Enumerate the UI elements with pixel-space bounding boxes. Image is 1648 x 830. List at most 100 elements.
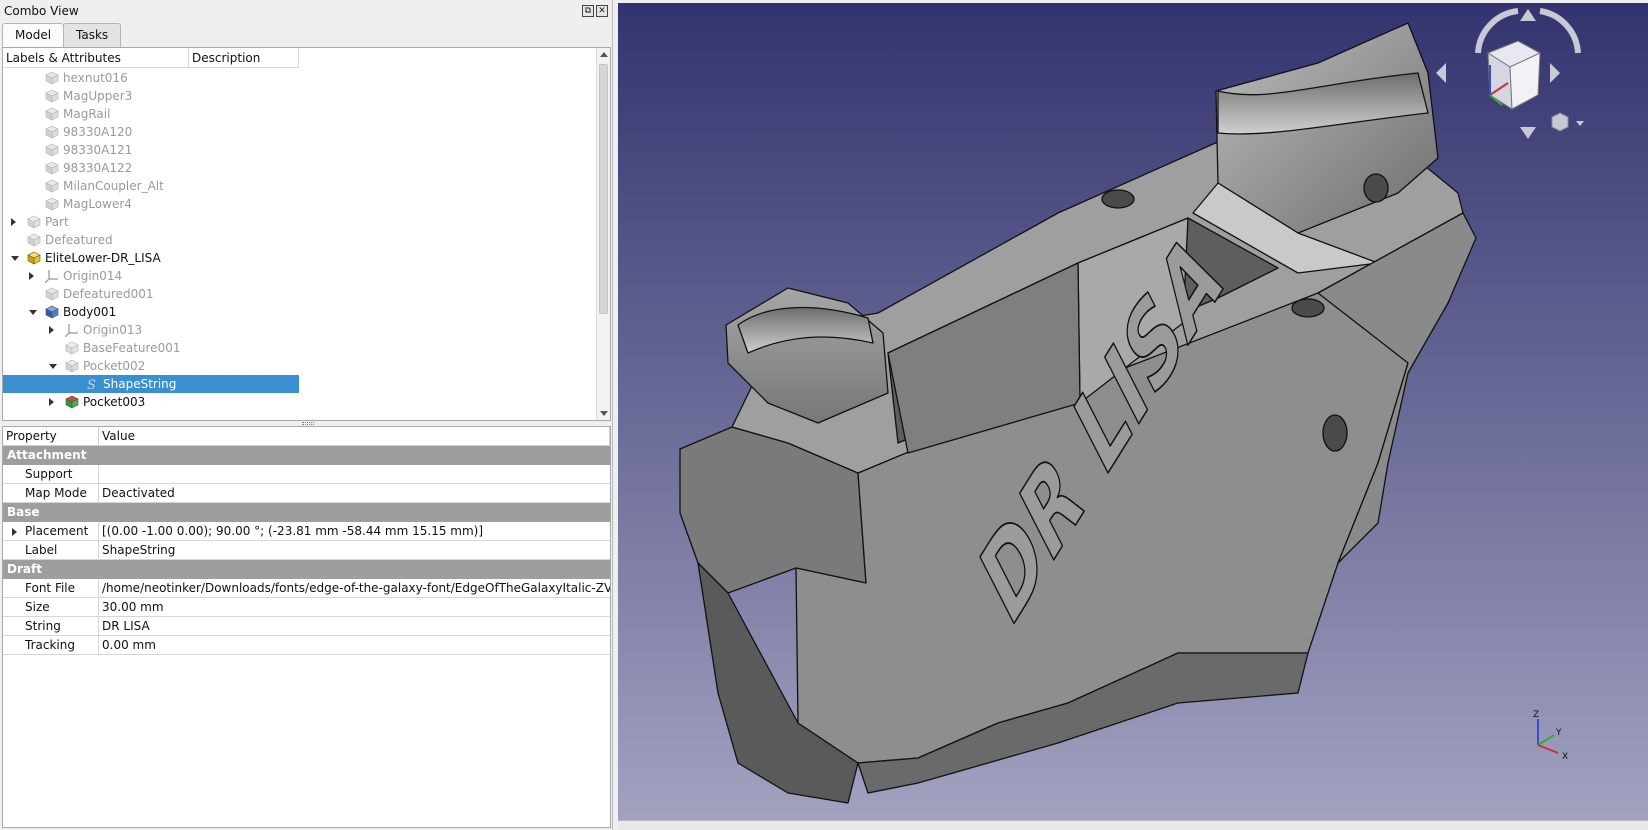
tree-item[interactable]: Pocket002 bbox=[3, 357, 299, 375]
origin-icon bbox=[64, 323, 79, 338]
tree-item[interactable]: hexnut016 bbox=[3, 69, 299, 87]
tree-item-label: Pocket002 bbox=[83, 359, 146, 373]
property-name: Map Mode bbox=[3, 484, 99, 502]
tree-item-label: Origin014 bbox=[63, 269, 123, 283]
pocket-icon bbox=[65, 359, 79, 373]
tree-item-label: Defeatured bbox=[45, 233, 113, 247]
tree-item[interactable]: Body001 bbox=[3, 303, 299, 321]
expand-arrow-icon[interactable] bbox=[49, 398, 54, 406]
scroll-down-icon[interactable] bbox=[600, 411, 608, 416]
property-column-value[interactable]: Value bbox=[99, 427, 610, 446]
property-group-base[interactable]: Base bbox=[3, 503, 610, 522]
tree-item[interactable]: MilanCoupler_Alt bbox=[3, 177, 299, 195]
tree-item[interactable]: Pocket003 bbox=[3, 393, 299, 411]
close-icon[interactable]: ✕ bbox=[596, 5, 608, 17]
basefeature-icon bbox=[65, 341, 79, 355]
property-group-attachment[interactable]: Attachment bbox=[3, 446, 610, 465]
tab-model[interactable]: Model bbox=[2, 23, 65, 48]
3d-viewport[interactable]: DR LISA Z Y X bbox=[618, 3, 1648, 830]
tree-item[interactable]: Origin014 bbox=[3, 267, 299, 285]
cube-icon bbox=[45, 179, 59, 193]
tree-item[interactable]: S ShapeString bbox=[3, 375, 299, 393]
tree-item[interactable]: Part bbox=[3, 213, 299, 231]
float-icon[interactable]: ⧉ bbox=[582, 5, 594, 17]
tree-item[interactable]: Origin013 bbox=[3, 321, 299, 339]
cube-icon bbox=[45, 143, 59, 157]
property-name: Placement bbox=[3, 522, 99, 540]
cube-icon bbox=[45, 107, 59, 121]
cube-icon bbox=[45, 287, 59, 301]
tree-item[interactable]: 98330A122 bbox=[3, 159, 299, 177]
tree-column-labels[interactable]: Labels & Attributes bbox=[3, 48, 189, 68]
property-group-draft[interactable]: Draft bbox=[3, 560, 610, 579]
part-icon bbox=[27, 215, 41, 229]
property-column-name[interactable]: Property bbox=[3, 427, 99, 446]
tree-item-label: 98330A121 bbox=[63, 143, 133, 157]
collapse-arrow-icon[interactable] bbox=[11, 256, 19, 261]
cube-icon bbox=[45, 197, 59, 211]
property-value[interactable]: [(0.00 -1.00 0.00); 90.00 °; (-23.81 mm … bbox=[99, 522, 610, 540]
tree-item[interactable]: 98330A121 bbox=[3, 141, 299, 159]
property-row[interactable]: Tracking 0.00 mm bbox=[3, 636, 610, 655]
cube-icon bbox=[45, 161, 59, 175]
combo-tabs: Model Tasks bbox=[2, 23, 122, 48]
nav-menu-cube-icon[interactable] bbox=[1551, 112, 1569, 132]
cube-icon bbox=[27, 233, 41, 247]
pin-hole-rear bbox=[1291, 298, 1325, 318]
tree-item-label: 98330A122 bbox=[63, 161, 133, 175]
scroll-up-icon[interactable] bbox=[600, 52, 608, 57]
tree-item-label: Pocket003 bbox=[83, 395, 146, 409]
property-value[interactable]: /home/neotinker/Downloads/fonts/edge-of-… bbox=[99, 579, 610, 597]
tree-item[interactable]: Defeatured bbox=[3, 231, 299, 249]
property-value[interactable]: ShapeString bbox=[99, 541, 610, 559]
property-value[interactable]: Deactivated bbox=[99, 484, 610, 502]
tree-item[interactable]: 98330A120 bbox=[3, 123, 299, 141]
tab-tasks[interactable]: Tasks bbox=[63, 23, 122, 47]
document-tab-bar[interactable] bbox=[618, 820, 1648, 830]
expand-arrow-icon[interactable] bbox=[11, 218, 16, 226]
collapse-arrow-icon[interactable] bbox=[49, 364, 57, 369]
tree-item-label: MagUpper3 bbox=[63, 89, 133, 103]
tree-item-label: MilanCoupler_Alt bbox=[63, 179, 164, 193]
axis-y-label: Y bbox=[1555, 728, 1562, 738]
property-value[interactable]: 30.00 mm bbox=[99, 598, 610, 616]
model-tree[interactable]: Labels & Attributes Description hexnut01… bbox=[2, 47, 611, 421]
property-name: Tracking bbox=[3, 636, 99, 654]
property-row[interactable]: Label ShapeString bbox=[3, 541, 610, 560]
shapestring-icon: S bbox=[85, 377, 99, 393]
scroll-thumb[interactable] bbox=[599, 64, 608, 314]
property-name: Font File bbox=[3, 579, 99, 597]
tree-item-label: MagLower4 bbox=[63, 197, 132, 211]
tree-rows: hexnut016 MagUpper3 MagRail 98330A120 98330A… bbox=[3, 69, 299, 411]
property-row[interactable]: String DR LISA bbox=[3, 617, 610, 636]
property-row[interactable]: Support bbox=[3, 465, 610, 484]
cube-icon bbox=[45, 89, 59, 103]
tree-item-label: EliteLower-DR_LISA bbox=[45, 251, 161, 265]
property-value[interactable]: DR LISA bbox=[99, 617, 610, 635]
tree-column-description[interactable]: Description bbox=[189, 48, 299, 68]
property-value[interactable]: 0.00 mm bbox=[99, 636, 610, 654]
property-name: Support bbox=[3, 465, 99, 483]
property-row[interactable]: Placement [(0.00 -1.00 0.00); 90.00 °; (-… bbox=[3, 522, 610, 541]
expand-arrow-icon[interactable] bbox=[49, 326, 54, 334]
tree-scrollbar[interactable] bbox=[596, 48, 610, 420]
property-row[interactable]: Font File/home/neotinker/Downloads/fonts… bbox=[3, 579, 610, 598]
expand-arrow-icon[interactable] bbox=[29, 272, 34, 280]
tree-item-label: hexnut016 bbox=[63, 71, 128, 85]
property-value[interactable] bbox=[99, 465, 610, 483]
freecad-window: Combo View ⧉ ✕ Model Tasks Labels & Attr… bbox=[0, 0, 1648, 830]
collapse-arrow-icon[interactable] bbox=[29, 310, 37, 315]
tree-item[interactable]: MagUpper3 bbox=[3, 87, 299, 105]
combo-view-title: Combo View bbox=[4, 4, 79, 18]
property-row[interactable]: Map Mode Deactivated bbox=[3, 484, 610, 503]
tree-item[interactable]: EliteLower-DR_LISA bbox=[3, 249, 299, 267]
tree-item[interactable]: MagLower4 bbox=[3, 195, 299, 213]
tree-item[interactable]: Defeatured001 bbox=[3, 285, 299, 303]
expand-arrow-icon[interactable] bbox=[12, 528, 17, 536]
pin-hole-side bbox=[1322, 414, 1348, 452]
tree-item-label: BaseFeature001 bbox=[83, 341, 181, 355]
tree-item[interactable]: MagRail bbox=[3, 105, 299, 123]
tree-item[interactable]: BaseFeature001 bbox=[3, 339, 299, 357]
property-row[interactable]: Size 30.00 mm bbox=[3, 598, 610, 617]
property-rows: Attachment Support Map Mode Deactivated Base… bbox=[3, 446, 610, 655]
